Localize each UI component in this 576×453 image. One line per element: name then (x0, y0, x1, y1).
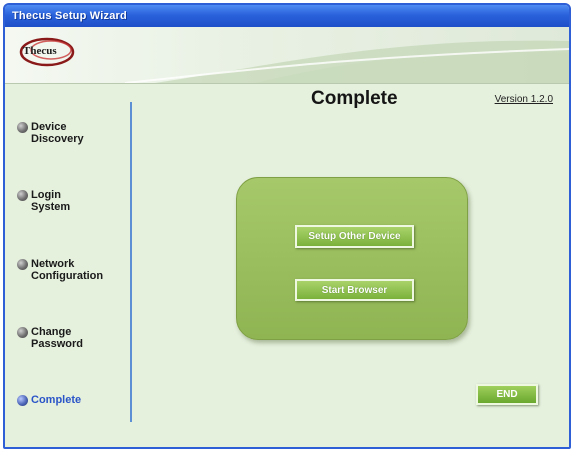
logo-text: Thecus (23, 45, 57, 57)
action-panel: Setup Other Device Start Browser (236, 177, 468, 340)
nav-divider (130, 102, 132, 422)
bullet-icon (17, 327, 28, 338)
nav-item-device-discovery[interactable]: Device Discovery (17, 121, 127, 145)
version-label: Version 1.2.0 (494, 94, 553, 105)
nav-item-change-password[interactable]: Change Password (17, 326, 127, 350)
setup-other-device-button[interactable]: Setup Other Device (295, 225, 414, 248)
active-bullet-icon (17, 395, 28, 406)
nav-item-complete[interactable]: Complete (17, 394, 127, 406)
nav-item-label: Device Discovery (31, 121, 84, 145)
setup-wizard-window: Thecus Setup Wizard Thecus Device Discov… (3, 3, 571, 449)
window-title: Thecus Setup Wizard (12, 10, 127, 22)
header-banner: Thecus (5, 27, 569, 84)
page-title: Complete (311, 88, 398, 109)
bullet-icon (17, 122, 28, 133)
nav-item-label: Login System (31, 189, 71, 213)
nav-item-label: Complete (31, 394, 82, 406)
nav-item-label: Network Configuration (31, 258, 104, 282)
nav-item-label: Change Password (31, 326, 83, 350)
wizard-content: Device Discovery Login System Network Co… (5, 84, 569, 447)
banner-swoosh-graphic (124, 40, 569, 83)
end-button[interactable]: END (476, 384, 538, 405)
start-browser-button[interactable]: Start Browser (295, 279, 414, 301)
nav-item-login-system[interactable]: Login System (17, 189, 127, 213)
title-bar[interactable]: Thecus Setup Wizard (5, 5, 569, 27)
bullet-icon (17, 259, 28, 270)
nav-item-network-configuration[interactable]: Network Configuration (17, 258, 127, 282)
thecus-logo: Thecus (17, 35, 75, 69)
bullet-icon (17, 190, 28, 201)
